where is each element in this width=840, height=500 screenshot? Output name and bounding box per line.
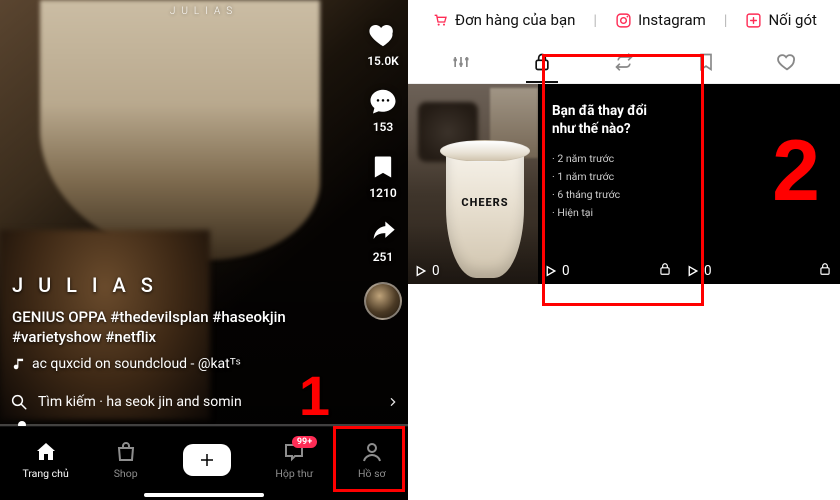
music-note-icon [12, 357, 26, 371]
instagram-icon [615, 12, 632, 29]
nav-profile[interactable]: Hồ sơ [358, 440, 386, 480]
tiktok-feed: JULIAS 15.0K 153 1210 251 J U L I A S GE [0, 0, 408, 500]
tile2-line: 1 năm trước [552, 168, 666, 186]
lock-icon [818, 261, 832, 277]
tile2-line: Hiện tại [552, 204, 666, 222]
profile-topbar: Đơn hàng của bạn | Instagram | Nối gót [408, 0, 840, 40]
chevron-right-icon [388, 395, 398, 409]
tile2-lines: 2 năm trước 1 năm trước 6 tháng trước Hi… [552, 150, 666, 221]
comment-button[interactable]: 153 [367, 86, 399, 134]
tile2-line: 6 tháng trước [552, 186, 666, 204]
nav-home[interactable]: Trang chủ [22, 440, 68, 480]
heart-outline-icon [775, 51, 799, 73]
like-count: 15.0K [367, 54, 399, 68]
topbar-add-label: Nối gót [768, 11, 817, 29]
author-username[interactable]: J U L I A S [12, 273, 338, 297]
topbar-add[interactable]: Nối gót [745, 11, 817, 29]
grid-tile-2[interactable]: Bạn đã thay đổi như thế nào? 2 năm trước… [538, 84, 680, 284]
tab-private[interactable] [520, 42, 564, 82]
tile1-view-count: 0 [432, 263, 440, 279]
tile3-lock [818, 261, 832, 277]
add-box-icon [745, 12, 762, 29]
nav-inbox[interactable]: 99+ Hộp thư [275, 440, 313, 480]
nav-shop[interactable]: Shop [114, 440, 138, 480]
video-brand-watermark: JULIAS [170, 6, 238, 17]
tile2-title: Bạn đã thay đổi như thế nào? [552, 102, 666, 138]
nav-create[interactable] [183, 444, 231, 476]
share-button[interactable]: 251 [367, 218, 399, 264]
tile1-views: 0 [414, 263, 440, 279]
tile2-views: 0 [544, 263, 570, 279]
cup-brand: CHEERS [461, 196, 508, 209]
annotation-number-1: 1 [299, 363, 330, 428]
nav-inbox-label: Hộp thư [275, 467, 313, 480]
plus-icon [198, 451, 216, 469]
nav-shop-label: Shop [114, 467, 138, 480]
home-indicator [144, 493, 264, 497]
annotation-number-2: 2 [772, 122, 820, 221]
magnifier-icon [10, 393, 28, 411]
search-suggestion[interactable]: Tìm kiếm · ha seok jin and somin [10, 386, 398, 418]
tab-saved[interactable] [684, 42, 728, 82]
video-info: J U L I A S GENIUS OPPA #thedevilsplan #… [12, 273, 338, 373]
tiktok-profile: Đơn hàng của bạn | Instagram | Nối gót [408, 0, 840, 500]
tile2-lock [658, 261, 672, 277]
play-outline-icon [686, 264, 699, 278]
bookmark-button[interactable]: 1210 [369, 152, 397, 200]
separator: | [593, 11, 597, 29]
comment-icon [367, 86, 399, 116]
grid-tile-1[interactable]: CHEERS 0 [408, 84, 538, 284]
tile2-view-count: 0 [562, 263, 570, 279]
topbar-instagram-label: Instagram [638, 11, 706, 29]
sliders-icon [450, 52, 472, 72]
inbox-badge: 99+ [292, 436, 317, 448]
bookmark-count: 1210 [369, 186, 396, 200]
lock-icon [532, 51, 552, 73]
tab-liked[interactable] [765, 42, 809, 82]
tile3-views: 0 [686, 263, 712, 279]
bookmark-icon [369, 152, 397, 182]
sound-row[interactable]: ac quxcid on soundcloud - @katᵀˢ [12, 355, 338, 372]
coffee-cup: CHEERS [446, 150, 524, 278]
heart-icon [366, 20, 400, 50]
video-caption[interactable]: GENIUS OPPA #thedevilsplan #haseokjin #v… [12, 307, 338, 348]
shop-bag-icon [114, 440, 138, 464]
nav-home-label: Trang chủ [22, 467, 68, 480]
profile-icon [360, 440, 384, 464]
sound-label: ac quxcid on soundcloud - @katᵀˢ [32, 355, 241, 372]
topbar-orders-label: Đơn hàng của bạn [455, 11, 575, 29]
action-rail: 15.0K 153 1210 251 [364, 20, 402, 320]
tab-reposts[interactable] [602, 42, 646, 82]
bookmark-tab-icon [696, 51, 716, 73]
share-icon [367, 218, 399, 246]
topbar-instagram[interactable]: Instagram [615, 11, 706, 29]
like-button[interactable]: 15.0K [366, 20, 400, 68]
tile3-view-count: 0 [704, 263, 712, 279]
profile-tabs [408, 40, 840, 84]
home-icon [33, 440, 59, 464]
comment-count: 153 [373, 120, 394, 134]
lock-icon [658, 261, 672, 277]
cart-icon [431, 12, 449, 28]
separator: | [724, 11, 728, 29]
tutorial-two-panel: JULIAS 15.0K 153 1210 251 J U L I A S GE [0, 0, 840, 500]
nav-profile-label: Hồ sơ [358, 467, 386, 480]
topbar-orders[interactable]: Đơn hàng của bạn [431, 11, 575, 29]
play-outline-icon [414, 264, 427, 278]
share-count: 251 [373, 250, 394, 264]
bottom-nav: Trang chủ Shop 99+ Hộp thư Hồ sơ [0, 426, 408, 500]
sound-avatar-disc[interactable] [364, 282, 402, 320]
play-outline-icon [544, 264, 557, 278]
tile2-line: 2 năm trước [552, 150, 666, 168]
repost-icon [612, 52, 636, 72]
tab-feed[interactable] [439, 42, 483, 82]
